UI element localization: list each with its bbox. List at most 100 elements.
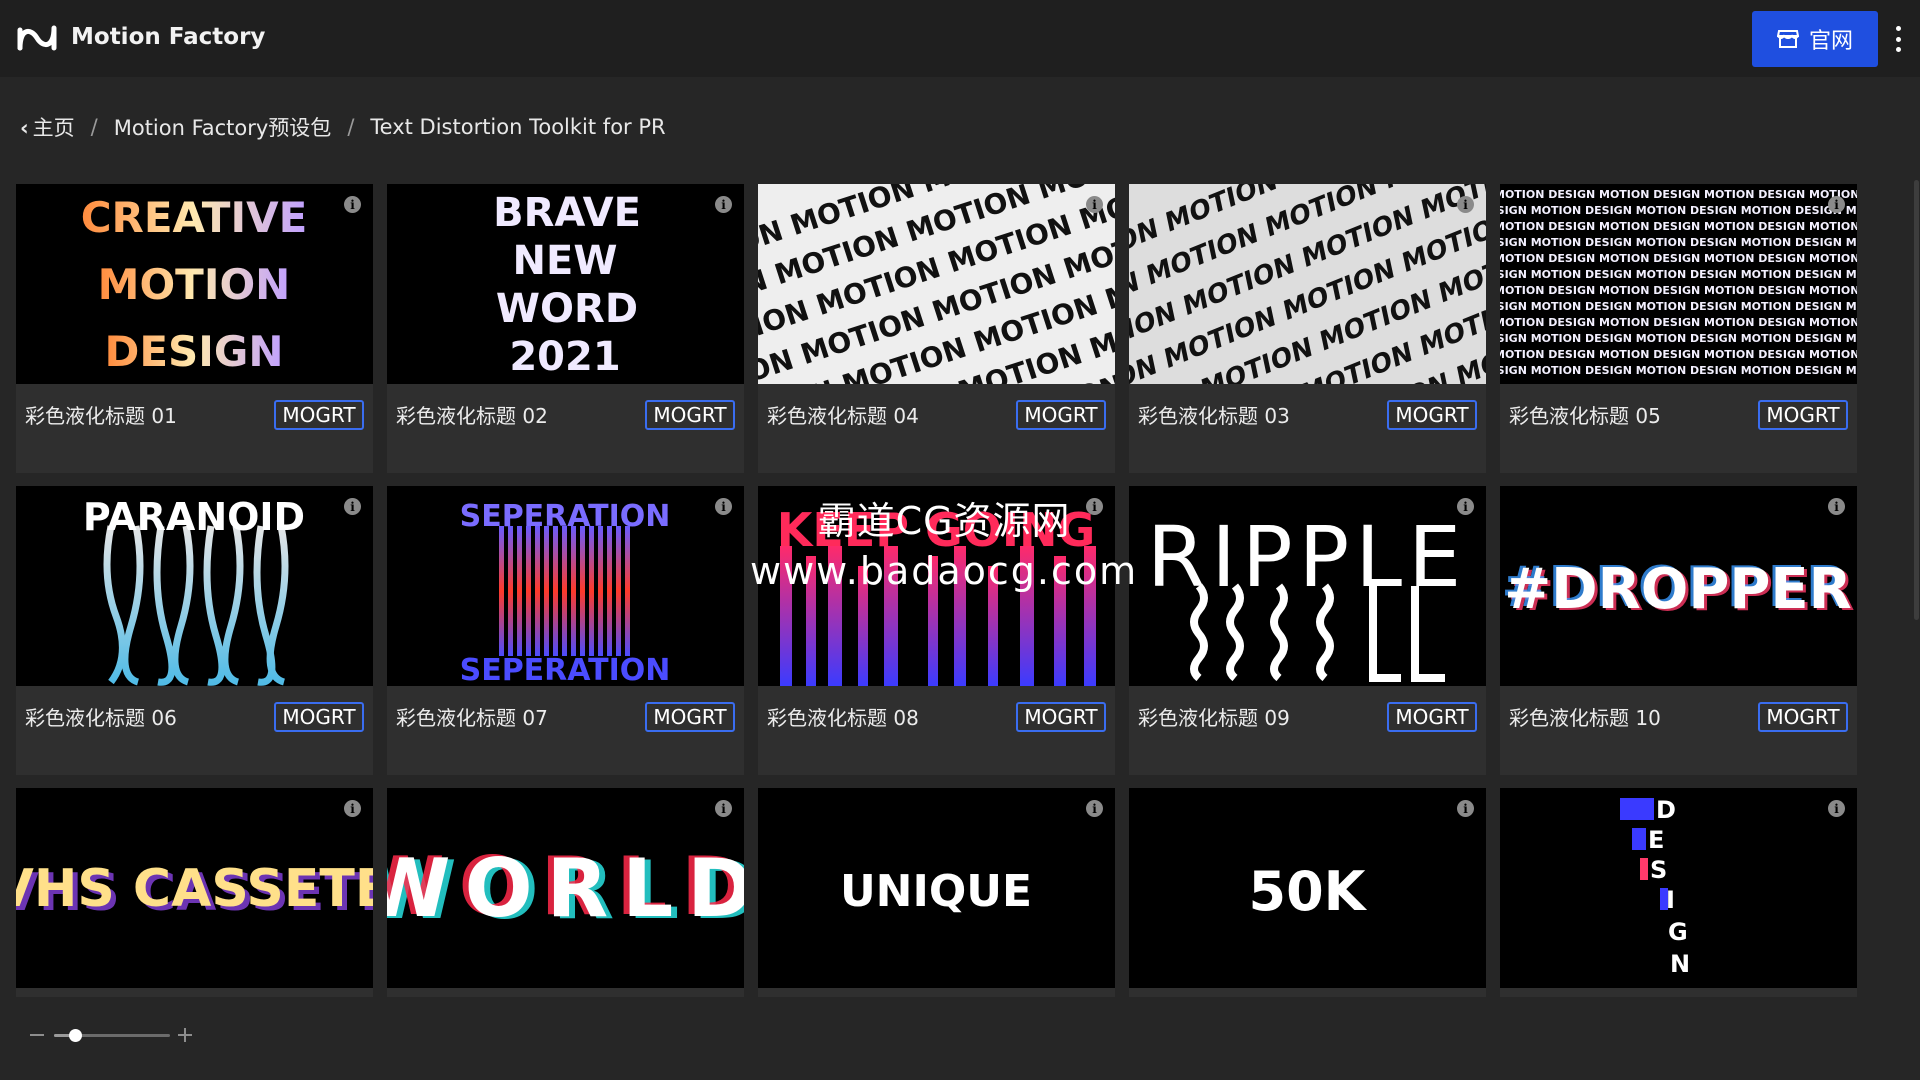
info-icon[interactable]: i xyxy=(1457,800,1474,817)
svg-text:BRAVE: BRAVE xyxy=(493,190,641,236)
preset-thumbnail[interactable]: MOTION DESIGN MOTION DESIGN MOTION DESIG… xyxy=(1500,184,1857,384)
mogrt-badge[interactable]: MOGRT xyxy=(1016,400,1106,430)
svg-text:SEPERATION: SEPERATION xyxy=(460,653,671,686)
breadcrumb-pack[interactable]: Motion Factory预设包 xyxy=(114,112,332,142)
preset-thumbnail[interactable]: MOTION MOTION MOTION MOTION MOTION MOTIO… xyxy=(758,184,1115,384)
svg-text:I: I xyxy=(1666,886,1675,914)
preset-title: 彩色液化标题 10 xyxy=(1509,706,1661,730)
preset-card[interactable]: KEEP GOING i 彩色液化标题 08 MOGRT xyxy=(758,486,1115,775)
svg-text:G: G xyxy=(1668,918,1688,946)
breadcrumb-home[interactable]: ‹ 主页 xyxy=(20,112,75,142)
breadcrumb: ‹ 主页 / Motion Factory预设包 / Text Distortio… xyxy=(20,112,666,142)
preset-thumbnail[interactable]: KEEP GOING i xyxy=(758,486,1115,686)
vertical-scrollbar[interactable] xyxy=(1914,180,1919,620)
preset-thumbnail[interactable]: 50K i xyxy=(1129,788,1486,988)
info-icon[interactable]: i xyxy=(715,800,732,817)
info-icon[interactable]: i xyxy=(344,498,361,515)
info-icon[interactable]: i xyxy=(1086,800,1103,817)
svg-text:MOTION DESIGN MOTION DESIGN MO: MOTION DESIGN MOTION DESIGN MOTION DESIG… xyxy=(1500,316,1857,329)
svg-text:DESIGN MOTION DESIGN MOTION DE: DESIGN MOTION DESIGN MOTION DESIGN MOTIO… xyxy=(1500,268,1857,281)
svg-text:MOTION DESIGN MOTION DESIGN MO: MOTION DESIGN MOTION DESIGN MOTION DESIG… xyxy=(1500,252,1857,265)
store-icon xyxy=(1776,30,1799,48)
info-icon[interactable]: i xyxy=(1086,498,1103,515)
preview-graphic: SEPERATION SEPERATION xyxy=(460,499,671,686)
zoom-slider-handle[interactable] xyxy=(68,1029,82,1042)
preset-card[interactable]: SEPERATION SEPERATION i 彩色液化标题 07 MOGRT xyxy=(387,486,744,775)
official-site-button[interactable]: 官网 xyxy=(1752,11,1878,67)
svg-text:UNIQUE: UNIQUE xyxy=(840,866,1032,917)
preset-grid-viewport[interactable]: CREATIVE MOTION DESIGN i 彩色液化标题 01 MOGRT… xyxy=(16,184,1861,997)
preview-graphic: MOTION MOTION MOTION MOTION MOTION MOTIO… xyxy=(758,184,1115,384)
svg-text:NEW: NEW xyxy=(513,238,618,284)
preset-thumbnail[interactable]: BRAVE NEW WORD 2021 i xyxy=(387,184,744,384)
preset-card[interactable]: BRAVE NEW WORD 2021 i 彩色液化标题 02 MOGRT xyxy=(387,184,744,473)
svg-text:D: D xyxy=(1656,796,1676,824)
preset-card[interactable]: D E S I G N i xyxy=(1500,788,1857,997)
info-icon[interactable]: i xyxy=(1086,196,1103,213)
breadcrumb-separator: / xyxy=(90,115,98,139)
info-icon[interactable]: i xyxy=(1828,498,1845,515)
zoom-slider[interactable] xyxy=(54,1029,170,1042)
svg-text:MOTION DESIGN MOTION DESIGN MO: MOTION DESIGN MOTION DESIGN MOTION DESIG… xyxy=(1500,284,1857,297)
preset-thumbnail[interactable]: RIPPLE i xyxy=(1129,486,1486,686)
footer-bar xyxy=(0,997,1920,1080)
mogrt-badge[interactable]: MOGRT xyxy=(1387,702,1477,732)
svg-text:DESIGN: DESIGN xyxy=(104,327,283,376)
preset-card[interactable]: MOTION MOTION MOTION MOTION MOTION MOTIO… xyxy=(1129,184,1486,473)
svg-text:MOTION DESIGN MOTION DESIGN MO: MOTION DESIGN MOTION DESIGN MOTION DESIG… xyxy=(1500,220,1857,233)
preset-card[interactable]: WORLD WORLD WORLD i xyxy=(387,788,744,997)
mogrt-badge[interactable]: MOGRT xyxy=(1758,400,1848,430)
preset-title: 彩色液化标题 01 xyxy=(25,404,177,428)
preset-thumbnail[interactable]: MOTION MOTION MOTION MOTION MOTION MOTIO… xyxy=(1129,184,1486,384)
preset-title: 彩色液化标题 08 xyxy=(767,706,919,730)
mogrt-badge[interactable]: MOGRT xyxy=(645,400,735,430)
info-icon[interactable]: i xyxy=(344,196,361,213)
mogrt-badge[interactable]: MOGRT xyxy=(1758,702,1848,732)
preset-thumbnail[interactable]: SEPERATION SEPERATION i xyxy=(387,486,744,686)
info-icon[interactable]: i xyxy=(344,800,361,817)
preset-card[interactable]: 50K i xyxy=(1129,788,1486,997)
preset-card[interactable]: MOTION DESIGN MOTION DESIGN MOTION DESIG… xyxy=(1500,184,1857,473)
preview-graphic: BRAVE NEW WORD 2021 xyxy=(493,190,641,380)
preset-card[interactable]: PARANOID i 彩色液化标题 06 MOGRT xyxy=(16,486,373,775)
info-icon[interactable]: i xyxy=(1828,800,1845,817)
mogrt-badge[interactable]: MOGRT xyxy=(645,702,735,732)
svg-text:DESIGN MOTION DESIGN MOTION DE: DESIGN MOTION DESIGN MOTION DESIGN MOTIO… xyxy=(1500,236,1857,249)
preset-card[interactable]: MOTION MOTION MOTION MOTION MOTION MOTIO… xyxy=(758,184,1115,473)
preset-card[interactable]: #DROPPER #DROPPER #DROPPER i 彩色液化标题 10 M… xyxy=(1500,486,1857,775)
mogrt-badge[interactable]: MOGRT xyxy=(274,702,364,732)
info-icon[interactable]: i xyxy=(715,498,732,515)
preset-card[interactable]: UNIQUE i xyxy=(758,788,1115,997)
preset-title: 彩色液化标题 03 xyxy=(1138,404,1290,428)
preset-grid: CREATIVE MOTION DESIGN i 彩色液化标题 01 MOGRT… xyxy=(16,184,1861,997)
info-icon[interactable]: i xyxy=(1457,498,1474,515)
preset-title: 彩色液化标题 02 xyxy=(396,404,548,428)
info-icon[interactable]: i xyxy=(1457,196,1474,213)
more-menu-icon[interactable] xyxy=(1888,26,1908,52)
mogrt-badge[interactable]: MOGRT xyxy=(274,400,364,430)
svg-text:WORD: WORD xyxy=(496,286,638,332)
mogrt-badge[interactable]: MOGRT xyxy=(1016,702,1106,732)
svg-text:RIPPLE: RIPPLE xyxy=(1147,508,1467,606)
preset-title: 彩色液化标题 06 xyxy=(25,706,177,730)
mogrt-badge[interactable]: MOGRT xyxy=(1387,400,1477,430)
preset-thumbnail[interactable]: #DROPPER #DROPPER #DROPPER i xyxy=(1500,486,1857,686)
preset-card[interactable]: RIPPLE i 彩色液化标题 09 MOGRT xyxy=(1129,486,1486,775)
info-icon[interactable]: i xyxy=(1828,196,1845,213)
svg-text:#DROPPER: #DROPPER xyxy=(1504,557,1852,622)
preset-thumbnail[interactable]: UNIQUE i xyxy=(758,788,1115,988)
svg-text:DESIGN MOTION DESIGN MOTION DE: DESIGN MOTION DESIGN MOTION DESIGN MOTIO… xyxy=(1500,300,1857,313)
preset-thumbnail[interactable]: CREATIVE MOTION DESIGN i xyxy=(16,184,373,384)
preset-thumbnail[interactable]: WORLD WORLD WORLD i xyxy=(387,788,744,988)
preset-thumbnail[interactable]: VHS CASSETE VHS CASSETE i xyxy=(16,788,373,988)
svg-text:DESIGN MOTION DESIGN MOTION DE: DESIGN MOTION DESIGN MOTION DESIGN MOTIO… xyxy=(1500,204,1857,217)
zoom-out-icon[interactable] xyxy=(30,1034,44,1036)
breadcrumb-current: Text Distortion Toolkit for PR xyxy=(370,115,666,139)
preset-thumbnail[interactable]: PARANOID i xyxy=(16,486,373,686)
zoom-in-icon[interactable] xyxy=(178,1028,192,1042)
preset-card[interactable]: CREATIVE MOTION DESIGN i 彩色液化标题 01 MOGRT xyxy=(16,184,373,473)
preset-thumbnail[interactable]: D E S I G N i xyxy=(1500,788,1857,988)
svg-text:VHS CASSETE: VHS CASSETE xyxy=(16,859,373,919)
info-icon[interactable]: i xyxy=(715,196,732,213)
preset-card[interactable]: VHS CASSETE VHS CASSETE i xyxy=(16,788,373,997)
